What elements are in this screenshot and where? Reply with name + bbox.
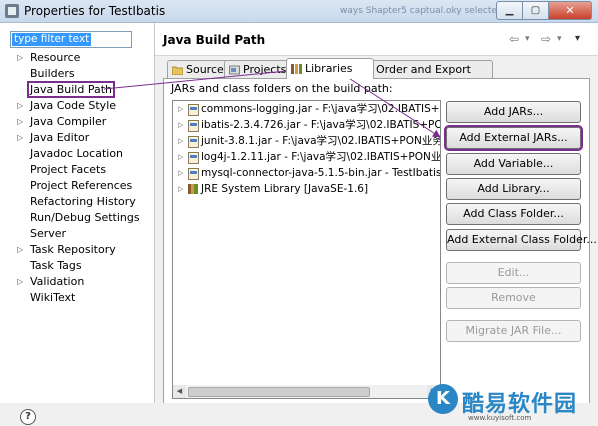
expand-arrow-icon[interactable]: ▷ [178, 149, 183, 165]
sidebar-item-task-tags[interactable]: Task Tags [14, 258, 140, 274]
expand-arrow-icon[interactable]: ▷ [17, 130, 23, 146]
tree-row-jar[interactable]: ▷ junit-3.8.1.jar - F:\java学习\02.IBATIS+P… [173, 133, 440, 149]
sidebar-item-project-references[interactable]: Project References [14, 178, 140, 194]
expand-arrow-icon[interactable]: ▷ [17, 242, 23, 258]
eclipse-app-icon [5, 4, 19, 18]
maximize-icon: ▢ [530, 5, 541, 16]
site-watermark: K 酷易软件园 www.kuyisoft.com [428, 382, 598, 426]
sidebar-item-wikitext[interactable]: WikiText [14, 290, 140, 306]
sidebar-item-task-repository[interactable]: ▷ Task Repository [14, 242, 140, 258]
expand-arrow-icon[interactable]: ▷ [178, 181, 183, 197]
source-folder-icon [172, 66, 183, 75]
tree-row-jar[interactable]: ▷ ibatis-2.3.4.726.jar - F:\java学习\02.IBA… [173, 117, 440, 133]
add-variable-button[interactable]: Add Variable... [446, 153, 581, 175]
expand-arrow-icon[interactable]: ▷ [17, 274, 23, 290]
sidebar-item-java-build-path[interactable]: Java Build Path [14, 81, 140, 98]
property-page-sidebar: type filter text ▷ Resource Builders Java… [0, 23, 155, 403]
watermark-logo-icon: K [428, 384, 458, 414]
libraries-icon [291, 64, 302, 74]
close-icon: ✕ [565, 4, 575, 17]
jar-file-icon [188, 168, 199, 180]
jar-file-icon [188, 152, 199, 164]
sidebar-item-run-debug-settings[interactable]: Run/Debug Settings [14, 210, 140, 226]
forward-dropdown-icon[interactable]: ▾ [557, 34, 562, 44]
expand-arrow-icon[interactable]: ▷ [178, 133, 183, 149]
migrate-jar-file-button[interactable]: Migrate JAR File... [446, 320, 581, 342]
scroll-left-icon[interactable]: ◀ [173, 385, 186, 398]
scrollbar-thumb[interactable] [188, 387, 370, 397]
expand-arrow-icon[interactable]: ▷ [178, 117, 183, 133]
tab-order-and-export[interactable]: Order and Export [357, 60, 493, 78]
edit-button[interactable]: Edit... [446, 262, 581, 284]
add-jars-button[interactable]: Add JARs... [446, 101, 581, 123]
jar-file-icon [188, 136, 199, 148]
jar-file-icon [188, 104, 199, 116]
window-controls: ▁ ▢ ✕ [496, 1, 592, 20]
build-path-list-label: JARs and class folders on the build path… [171, 82, 393, 95]
back-dropdown-icon[interactable]: ▾ [525, 34, 530, 44]
library-icon [188, 184, 198, 194]
projects-icon [229, 65, 240, 75]
minimize-button[interactable]: ▁ [496, 1, 523, 20]
horizontal-scrollbar[interactable]: ◀ ▶ [172, 385, 441, 399]
expand-arrow-icon[interactable]: ▷ [178, 165, 183, 181]
tab-label: Projects [243, 63, 287, 76]
page-header: Java Build Path ⇦ ▾ ⇨ ▾ ▾ [155, 23, 598, 56]
sidebar-item-java-editor[interactable]: ▷ Java Editor [14, 130, 140, 146]
expand-arrow-icon[interactable]: ▷ [17, 114, 23, 130]
sidebar-item-resource[interactable]: ▷ Resource [14, 50, 140, 66]
minimize-icon: ▁ [505, 5, 514, 16]
maximize-button[interactable]: ▢ [523, 1, 549, 20]
sidebar-item-javadoc-location[interactable]: Javadoc Location [14, 146, 140, 162]
close-button[interactable]: ✕ [549, 1, 592, 20]
build-path-entries-tree[interactable]: ▷ commons-logging.jar - F:\java学习\02.IBAT… [172, 100, 441, 387]
property-page-content: Java Build Path ⇦ ▾ ⇨ ▾ ▾ Source Project… [155, 23, 598, 405]
jar-file-icon [188, 120, 199, 132]
forward-arrow-icon[interactable]: ⇨ [541, 32, 551, 46]
tree-row-jar[interactable]: ▷ log4j-1.2.11.jar - F:\java学习\02.IBATIS+… [173, 149, 440, 165]
expand-arrow-icon[interactable]: ▷ [17, 98, 23, 114]
help-icon[interactable]: ? [20, 409, 36, 425]
sidebar-item-java-code-style[interactable]: ▷ Java Code Style [14, 98, 140, 114]
sidebar-item-refactoring-history[interactable]: Refactoring History [14, 194, 140, 210]
add-library-button[interactable]: Add Library... [446, 178, 581, 200]
view-menu-icon[interactable]: ▾ [575, 33, 580, 44]
property-page-tree: ▷ Resource Builders Java Build Path ▷ Java… [14, 50, 140, 306]
filter-input[interactable]: type filter text [10, 31, 132, 48]
sidebar-item-builders[interactable]: Builders [14, 66, 140, 82]
sidebar-item-java-compiler[interactable]: ▷ Java Compiler [14, 114, 140, 130]
page-title: Java Build Path [163, 33, 266, 47]
tab-libraries[interactable]: Libraries [286, 58, 374, 79]
title-bar: Properties for TestIbatis ways Shapter5 … [0, 0, 598, 23]
expand-arrow-icon[interactable]: ▷ [17, 50, 23, 66]
tree-row-jar[interactable]: ▷ mysql-connector-java-5.1.5-bin.jar - Te… [173, 165, 440, 181]
sidebar-item-validation[interactable]: ▷ Validation [14, 274, 140, 290]
tree-row-jar[interactable]: ▷ commons-logging.jar - F:\java学习\02.IBAT… [173, 101, 440, 117]
tab-label: Order and Export [376, 63, 471, 76]
tree-row-jre-library[interactable]: ▷ JRE System Library [JavaSE-1.6] [173, 181, 440, 197]
libraries-tab-body: JARs and class folders on the build path… [163, 78, 597, 405]
add-class-folder-button[interactable]: Add Class Folder... [446, 203, 581, 225]
back-arrow-icon[interactable]: ⇦ [509, 32, 519, 46]
expand-arrow-icon[interactable]: ▷ [178, 101, 183, 117]
add-external-jars-button[interactable]: Add External JARs... [444, 125, 583, 151]
tab-label: Libraries [305, 62, 353, 75]
watermark-url: www.kuyisoft.com [468, 414, 532, 422]
remove-button[interactable]: Remove [446, 287, 581, 309]
tab-label: Source [186, 63, 224, 76]
window-title: Properties for TestIbatis [24, 4, 166, 18]
add-external-class-folder-button[interactable]: Add External Class Folder... [446, 229, 597, 251]
sidebar-item-project-facets[interactable]: Project Facets [14, 162, 140, 178]
filter-placeholder-text: type filter text [12, 33, 92, 46]
sidebar-item-server[interactable]: Server [14, 226, 140, 242]
